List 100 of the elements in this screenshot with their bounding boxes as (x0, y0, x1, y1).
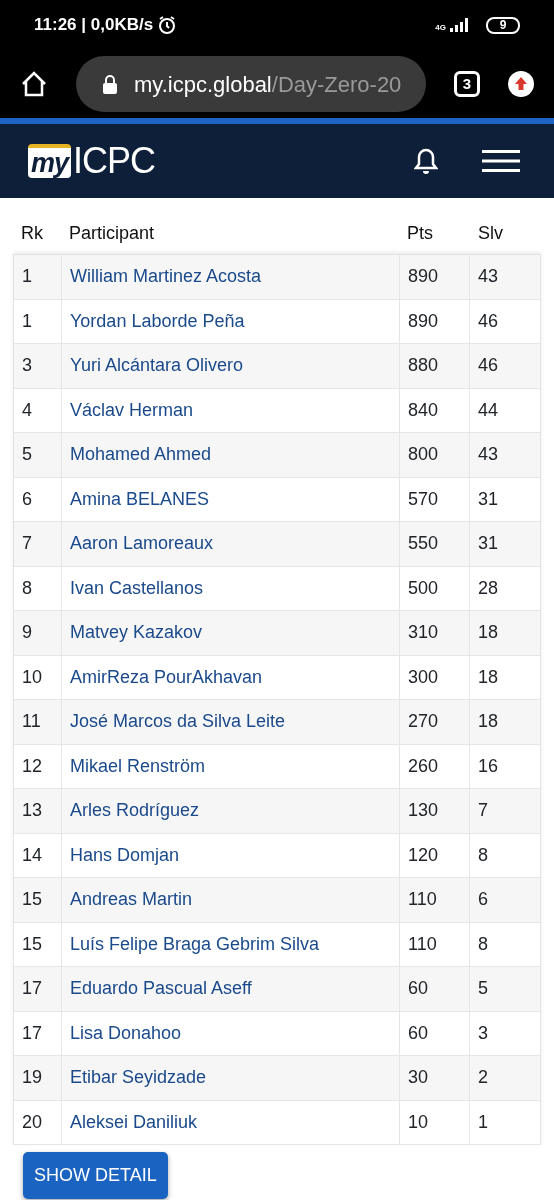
column-header: Participant (68, 221, 156, 245)
solved-cell-text: 18 (478, 710, 499, 734)
points-cell-text: 890 (408, 309, 439, 333)
rank-cell-text: 15 (22, 888, 43, 912)
battery-indicator: 9 (486, 16, 520, 34)
upload-icon[interactable] (508, 71, 534, 97)
participant-link[interactable]: Aaron Lamoreaux (70, 530, 214, 558)
participant-link[interactable]: Yuri Alcántara Olivero (70, 352, 244, 380)
signal-icon (450, 18, 470, 32)
participant-link[interactable]: Eduardo Pascual Aseff (70, 975, 252, 1003)
rank-cell-text: 9 (22, 621, 32, 645)
solved-cell-text: 28 (478, 576, 499, 600)
solved-cell-text: 43 (478, 265, 499, 289)
participant-link[interactable]: William Martinez Acosta (70, 263, 262, 291)
participant-link[interactable]: Václav Herman (70, 396, 194, 424)
points-cell-text: 110 (408, 888, 437, 912)
solved-cell-text: 46 (478, 309, 499, 333)
solved-cell-text: 2 (478, 1066, 488, 1090)
participant-link[interactable]: Mikael Renström (70, 752, 206, 780)
rank-cell-text: 12 (22, 754, 43, 778)
solved-cell-text: 5 (478, 977, 488, 1001)
rank-cell-text: 1 (22, 309, 32, 333)
points-cell-text: 550 (408, 532, 439, 556)
participant-link[interactable]: Etibar Seyidzade (70, 1064, 207, 1092)
solved-cell-text: 7 (478, 799, 488, 823)
bell-icon[interactable] (414, 147, 438, 175)
tab-count[interactable]: 3 (454, 71, 480, 97)
rank-cell-text: 20 (22, 1110, 43, 1134)
rank-cell-text: 11 (22, 710, 41, 734)
participant-link[interactable]: Aleksei Daniliuk (70, 1108, 198, 1136)
rank-cell-text: 15 (22, 932, 43, 956)
rank-cell-text: 1 (22, 265, 32, 289)
rank-cell-text: 5 (22, 443, 32, 467)
solved-cell-text: 6 (478, 888, 488, 912)
rank-cell-text: 19 (22, 1066, 43, 1090)
solved-cell-text: 46 (478, 354, 499, 378)
rank-cell-text: 4 (22, 398, 32, 422)
url-path: /Day-Zero-20 (271, 71, 402, 97)
points-cell-text: 570 (408, 487, 439, 511)
solved-cell-text: 18 (478, 665, 499, 689)
solved-cell-text: 31 (478, 487, 499, 511)
participant-link[interactable]: José Marcos da Silva Leite (70, 708, 286, 736)
rank-cell-text: 13 (22, 799, 43, 823)
column-header: Slv (477, 221, 503, 245)
solved-cell-text: 18 (478, 621, 499, 645)
points-cell-text: 840 (408, 398, 439, 422)
points-cell-text: 310 (408, 621, 439, 645)
points-cell-text: 120 (408, 843, 439, 867)
points-cell-text: 110 (408, 932, 437, 956)
points-cell-text: 890 (408, 265, 439, 289)
participant-link[interactable]: Yordan Laborde Peña (70, 307, 245, 335)
participant-link[interactable]: Amina BELANES (70, 485, 210, 513)
rank-cell-text: 8 (22, 576, 32, 600)
rank-cell-text: 10 (22, 665, 43, 689)
logo-text[interactable]: ICPC (73, 134, 156, 188)
solved-cell-text: 8 (478, 932, 488, 956)
points-cell-text: 270 (408, 710, 439, 734)
points-cell-text: 300 (408, 665, 439, 689)
solved-cell-text: 8 (478, 843, 488, 867)
points-cell-text: 260 (408, 754, 439, 778)
rank-cell-text: 14 (22, 843, 43, 867)
participant-link[interactable]: Hans Domjan (70, 841, 180, 869)
points-cell-text: 30 (408, 1066, 429, 1090)
participant-link[interactable]: AmirReza PourAkhavan (70, 663, 263, 691)
column-header: Rk (20, 221, 44, 245)
participant-link[interactable]: Lisa Donahoo (70, 1019, 182, 1047)
participant-link[interactable]: Mohamed Ahmed (70, 441, 212, 469)
rank-cell-text: 17 (22, 977, 43, 1001)
address-bar[interactable]: my.icpc.global/Day-Zero-20 (76, 56, 426, 112)
solved-cell-text: 43 (478, 443, 499, 467)
participant-link[interactable]: Matvey Kazakov (70, 619, 203, 647)
solved-cell-text: 1 (478, 1110, 488, 1134)
points-cell-text: 10 (408, 1110, 429, 1134)
menu-icon[interactable] (482, 150, 520, 172)
points-cell-text: 130 (408, 799, 439, 823)
points-cell-text: 60 (408, 1021, 429, 1045)
url-host: my.icpc.global (134, 71, 272, 97)
rank-cell-text: 3 (22, 354, 32, 378)
lock-icon (102, 74, 118, 94)
status-text: 11:26 | 0,0KB/s (34, 14, 154, 37)
solved-cell-text: 3 (478, 1021, 488, 1045)
rank-cell-text: 6 (22, 487, 32, 511)
participant-link[interactable]: Arles Rodríguez (70, 797, 200, 825)
solved-cell-text: 16 (478, 754, 499, 778)
rank-cell-text: 17 (22, 1021, 43, 1045)
points-cell-text: 880 (408, 354, 439, 378)
home-icon[interactable] (20, 71, 48, 97)
points-cell-text: 60 (408, 977, 429, 1001)
points-cell-text: 500 (408, 576, 439, 600)
logo-mark[interactable]: my (28, 144, 72, 178)
show-detail-button[interactable]: SHOW DETAIL (23, 1152, 168, 1199)
solved-cell-text: 31 (478, 532, 499, 556)
network-label: 4G (435, 24, 446, 32)
participant-link[interactable]: Ivan Castellanos (70, 574, 204, 602)
alarm-icon (157, 15, 178, 35)
column-header: Pts (406, 221, 434, 245)
points-cell-text: 800 (408, 443, 439, 467)
participant-link[interactable]: Luís Felipe Braga Gebrim Silva (70, 930, 320, 958)
solved-cell-text: 44 (478, 398, 499, 422)
participant-link[interactable]: Andreas Martin (70, 886, 193, 914)
